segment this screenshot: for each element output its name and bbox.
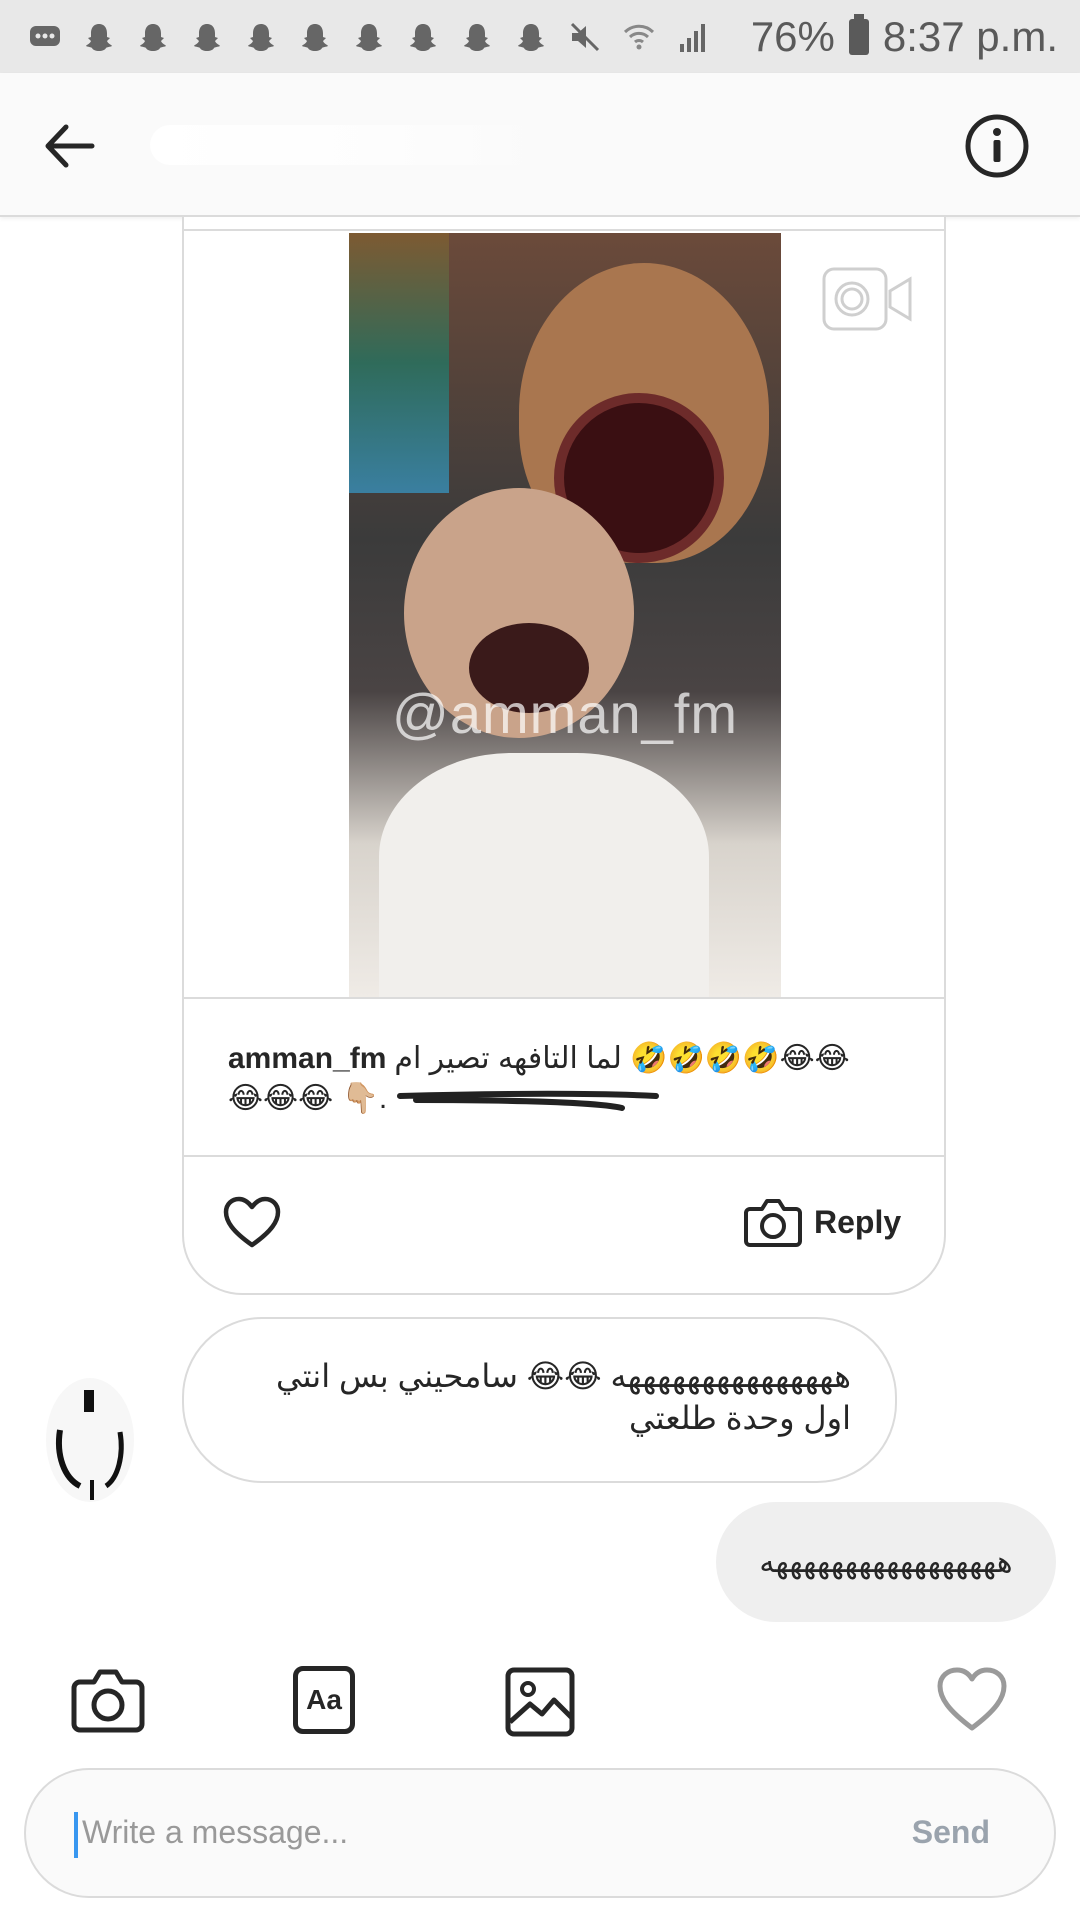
post-caption: amman_fm لما التافهه تصير ام 🤣🤣🤣🤣😂😂 😂😂😂 👇… xyxy=(184,997,944,1157)
snapchat-icon xyxy=(140,23,166,51)
conversation-header xyxy=(0,73,1080,217)
text-caret xyxy=(74,1812,78,1858)
messages-icon xyxy=(30,25,60,46)
camera-icon xyxy=(744,1199,802,1247)
child-shirt xyxy=(379,753,709,997)
shared-post-card[interactable]: @amman_fm amman_fm لما التافهه تصير ام 🤣🤣… xyxy=(182,217,946,1295)
send-button[interactable]: Send xyxy=(912,1814,990,1851)
video-watermark: @amman_fm xyxy=(392,682,738,745)
text-format-label: Aa xyxy=(306,1684,342,1715)
notification-icons xyxy=(28,20,710,54)
message-input[interactable]: Write a message... Send xyxy=(24,1768,1056,1898)
post-username[interactable]: amman_fm xyxy=(228,1042,386,1075)
snapchat-icon xyxy=(410,23,436,51)
clock: 8:37 p.m. xyxy=(882,12,1058,60)
heart-outline-icon[interactable] xyxy=(222,1195,282,1251)
status-right: 76% 8:37 p.m. xyxy=(751,13,1058,61)
conversation-title[interactable] xyxy=(150,125,550,165)
arrow-left-icon[interactable] xyxy=(40,117,98,175)
wifi-icon xyxy=(623,24,655,49)
avatar[interactable] xyxy=(20,1360,140,1540)
text-format-icon[interactable]: Aa xyxy=(293,1666,355,1734)
reply-label: Reply xyxy=(814,1203,902,1240)
reply-button[interactable]: Reply xyxy=(744,1187,901,1257)
post-actions: Reply xyxy=(184,1157,944,1293)
battery-icon xyxy=(848,13,869,55)
snapchat-icon xyxy=(356,23,382,51)
gallery-icon[interactable] xyxy=(502,1662,578,1738)
camera-icon[interactable] xyxy=(70,1662,146,1738)
post-caption-line2: 😂😂😂 👇🏼. xyxy=(228,1082,388,1115)
info-icon[interactable] xyxy=(964,113,1030,179)
video-camera-icon xyxy=(822,267,912,331)
heart-icon[interactable] xyxy=(934,1662,1010,1738)
received-message[interactable]: هههههههههههههههه 😂😂 سامحيني بس انتي اول … xyxy=(182,1317,897,1483)
snapchat-icon xyxy=(464,23,490,51)
snapchat-icon xyxy=(518,23,544,51)
direct-message-screen: 76% 8:37 p.m. @amman_fm amman_fm لما التا… xyxy=(0,0,1080,1920)
signal-icon xyxy=(680,23,705,52)
divider xyxy=(182,229,946,231)
post-caption-text: لما التافهه تصير ام 🤣🤣🤣🤣😂😂 xyxy=(394,1042,850,1075)
sent-message[interactable]: هههههههههههههههههه xyxy=(716,1502,1056,1622)
composer-toolbar: Aa xyxy=(0,1650,1080,1750)
snapchat-icon xyxy=(194,23,220,51)
redaction-scribble xyxy=(396,1090,659,1112)
snapchat-icon xyxy=(86,23,112,51)
mute-icon xyxy=(570,22,600,51)
snapchat-icon xyxy=(302,23,328,51)
snapchat-icon xyxy=(248,23,274,51)
battery-percent: 76% xyxy=(750,12,835,60)
status-bar: 76% 8:37 p.m. xyxy=(0,0,1080,73)
message-input-placeholder: Write a message... xyxy=(82,1814,349,1850)
post-video-thumbnail[interactable]: @amman_fm xyxy=(349,233,781,997)
background-shelf xyxy=(349,233,449,493)
